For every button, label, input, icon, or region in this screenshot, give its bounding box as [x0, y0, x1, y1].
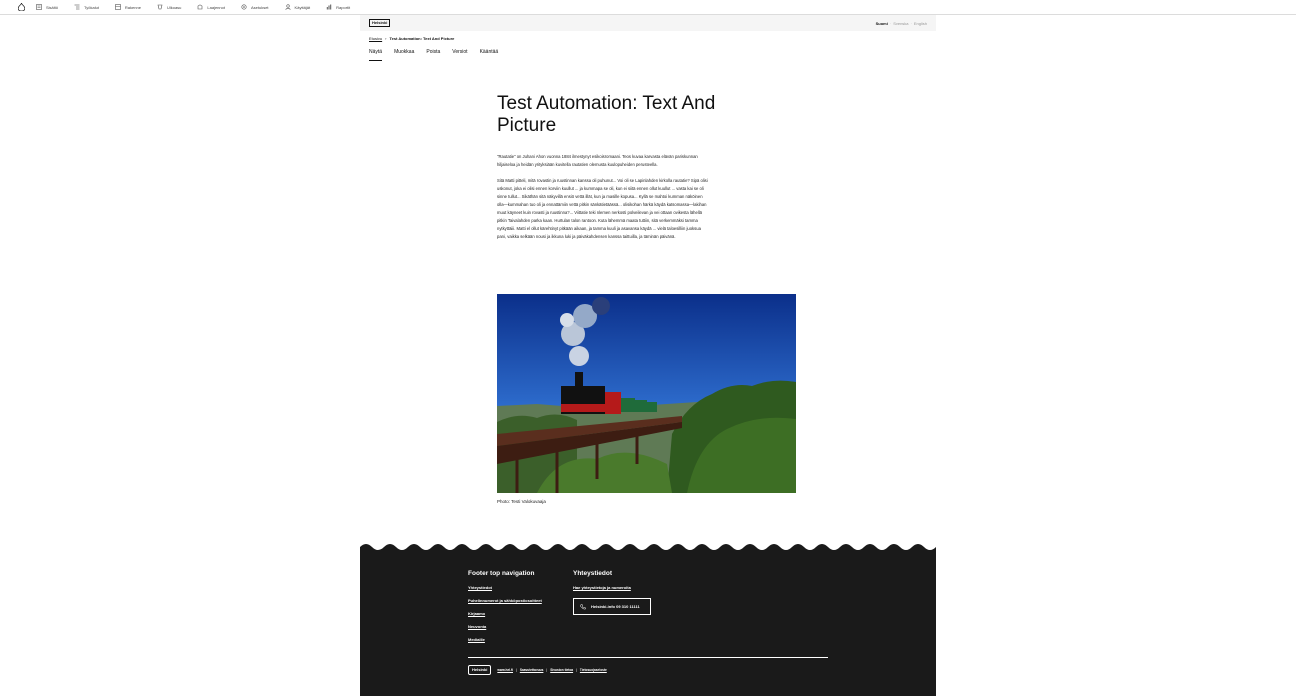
phone-button[interactable]: Helsinki-info 09 310 11111 [573, 598, 651, 615]
admin-toolbar: Sisältö Työkalut Rakenne Ulkoasu Laajenn… [0, 0, 1296, 15]
toolbar-tools-label: Työkalut [84, 4, 99, 10]
toolbar-reports-label: Raportit [336, 4, 351, 10]
toolbar-config[interactable]: Asetukset [241, 4, 269, 10]
toolbar-extend-label: Laajennot [207, 4, 225, 10]
footer-nav-title: Footer top navigation [468, 570, 535, 577]
breadcrumb-separator: › [385, 36, 387, 41]
site-footer: Footer top navigation Yhteystiedot Puhel… [360, 541, 936, 696]
toolbar-reports[interactable]: Raportit [326, 4, 350, 10]
footer-contact: Yhteystiedot Hae yhteystietoja ja numero… [573, 570, 651, 615]
content-icon [36, 4, 42, 10]
footer-bottom-separator: | [546, 668, 548, 672]
toolbar-structure-label: Rakenne [124, 4, 141, 10]
page-content: Helsinki Suomi · Svenska · English Etusi… [360, 15, 936, 696]
tab-translate[interactable]: Kääntää [480, 49, 499, 61]
footer-body: Footer top navigation Yhteystiedot Puhel… [360, 551, 936, 696]
site-header: Helsinki Suomi · Svenska · English [360, 15, 936, 31]
lang-fi[interactable]: Suomi [876, 21, 888, 26]
structure-icon [115, 4, 121, 10]
site-logo[interactable]: Helsinki [369, 19, 391, 27]
toolbar-structure[interactable]: Rakenne [115, 4, 141, 10]
drupal-logo-icon[interactable] [16, 2, 26, 13]
footer-contact-title: Yhteystiedot [573, 570, 613, 577]
phone-label: Helsinki-info 09 310 11111 [591, 604, 640, 609]
tools-icon [74, 4, 80, 10]
lang-en[interactable]: English [914, 21, 927, 26]
toolbar-content-label: Sisältö [46, 4, 59, 10]
footer-bottom-bar: Helsinki www.hel.fi | Saavutettavuus | S… [468, 665, 607, 675]
reports-icon [326, 4, 332, 10]
phone-icon [580, 603, 586, 609]
footer-bottom-separator: | [516, 668, 517, 672]
footer-bottom-separator: | [576, 668, 577, 672]
lang-separator: · [910, 20, 912, 26]
extend-icon [198, 4, 203, 10]
lang-sv[interactable]: Svenska [893, 21, 908, 26]
tab-revisions[interactable]: Versiot [452, 49, 467, 61]
article-image [497, 294, 796, 493]
breadcrumb-home[interactable]: Etusivu [369, 36, 382, 41]
appearance-icon [157, 4, 163, 10]
article-body: "Rautatie" on Juhani Ahon vuonna 1884 il… [497, 153, 709, 249]
footer-bottom-link-privacy[interactable]: Tietosuojaseloste [580, 668, 607, 672]
lang-separator: · [889, 20, 892, 26]
breadcrumb-current: Test Automation: Text And Picture [389, 36, 455, 41]
page-title: Test Automation: Text And Picture [497, 93, 716, 136]
footer-divider [468, 657, 828, 658]
language-switcher: Suomi · Svenska · English [876, 21, 927, 26]
toolbar-appearance-label: Ulkoasu [166, 4, 182, 10]
people-icon [285, 4, 291, 10]
local-tasks-tabs: Näytä Muokkaa Poista Versiot Kääntää [369, 49, 510, 61]
footer-contact-link[interactable]: Hae yhteystietoja ja numeroita [573, 585, 651, 590]
footer-logo[interactable]: Helsinki [468, 665, 492, 675]
toolbar-extend[interactable]: Laajennot [197, 4, 225, 10]
footer-link-contact[interactable]: Yhteystiedot [468, 585, 542, 590]
toolbar-content[interactable]: Sisältö [36, 4, 58, 10]
photo-caption: Photo: Testi Valokuvaaja [497, 499, 546, 504]
footer-link-advice[interactable]: Neuvonta [468, 624, 542, 629]
footer-bottom-link-accessibility[interactable]: Saavutettavuus [520, 668, 544, 672]
toolbar-people-label: Käyttäjät [294, 4, 311, 10]
tab-edit[interactable]: Muokkaa [394, 49, 414, 61]
config-icon [241, 4, 247, 10]
toolbar-people[interactable]: Käyttäjät [285, 4, 311, 10]
footer-link-phones[interactable]: Puhelinnumerot ja sähköpostiosoitteet [468, 598, 542, 603]
tab-view[interactable]: Näytä [369, 49, 383, 61]
footer-bottom-link-about[interactable]: Sivuston tietoa [550, 668, 573, 672]
footer-link-registry[interactable]: Kirjaamo [468, 611, 542, 616]
footer-link-media[interactable]: Mediaille [468, 637, 542, 642]
footer-nav: Footer top navigation Yhteystiedot Puhel… [468, 570, 542, 650]
footer-bottom-link-hel[interactable]: www.hel.fi [497, 668, 513, 672]
toolbar-config-label: Asetukset [250, 4, 269, 10]
tab-delete[interactable]: Poista [426, 49, 440, 61]
toolbar-appearance[interactable]: Ulkoasu [157, 4, 181, 10]
article-paragraph: Sitä Matti pitteli, mitä rovastin ja ruu… [497, 178, 708, 239]
toolbar-tools[interactable]: Työkalut [74, 4, 99, 10]
article-paragraph: "Rautatie" on Juhani Ahon vuonna 1884 il… [497, 154, 698, 167]
breadcrumb: Etusivu › Test Automation: Text And Pict… [369, 36, 454, 41]
